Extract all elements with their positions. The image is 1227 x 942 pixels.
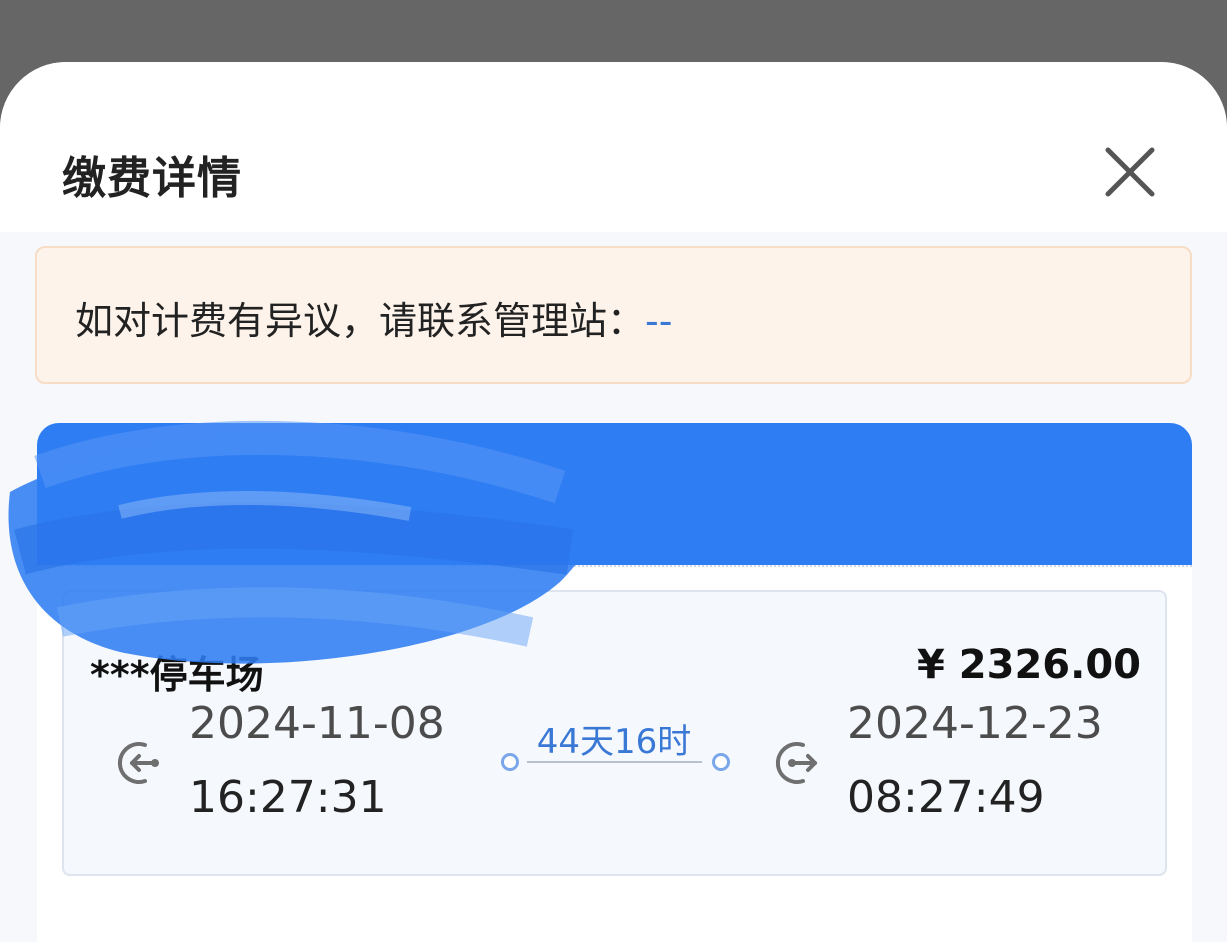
close-icon [1105, 147, 1155, 197]
dialog-title: 缴费详情 [62, 153, 242, 204]
card-header [37, 423, 1192, 565]
entry-date: 2024-11-08 [189, 698, 445, 749]
notice-text-line: 如对计费有异议，请联系管理站：-- [75, 290, 672, 345]
management-contact[interactable]: -- [645, 299, 672, 343]
exit-time: 08:27:49 [847, 772, 1045, 823]
parking-lot-name: ***停车场 [90, 653, 264, 697]
fee-panel: ***停车场 ¥ 2326.00 2024-11-08 16:27:31 44天… [62, 590, 1167, 876]
card-divider [37, 565, 1192, 567]
entry-icon [117, 742, 159, 784]
duration-end-dot [712, 753, 730, 771]
entry-time: 16:27:31 [189, 772, 387, 823]
fee-amount: ¥ 2326.00 [917, 642, 1141, 688]
close-button[interactable] [1100, 144, 1160, 200]
duration-start-dot [501, 753, 519, 771]
billing-notice: 如对计费有异议，请联系管理站：-- [35, 246, 1192, 384]
duration-line [527, 761, 702, 763]
payment-details-sheet: 缴费详情 如对计费有异议，请联系管理站：-- ***停车场 ¥ 2326.00 … [0, 62, 1227, 942]
sheet-header: 缴费详情 [0, 62, 1227, 232]
exit-date: 2024-12-23 [847, 698, 1103, 749]
parking-record-card: ***停车场 ¥ 2326.00 2024-11-08 16:27:31 44天… [37, 423, 1192, 942]
exit-icon [775, 742, 817, 784]
parking-duration: 44天16时 [536, 722, 692, 762]
notice-text: 如对计费有异议，请联系管理站： [75, 299, 646, 343]
